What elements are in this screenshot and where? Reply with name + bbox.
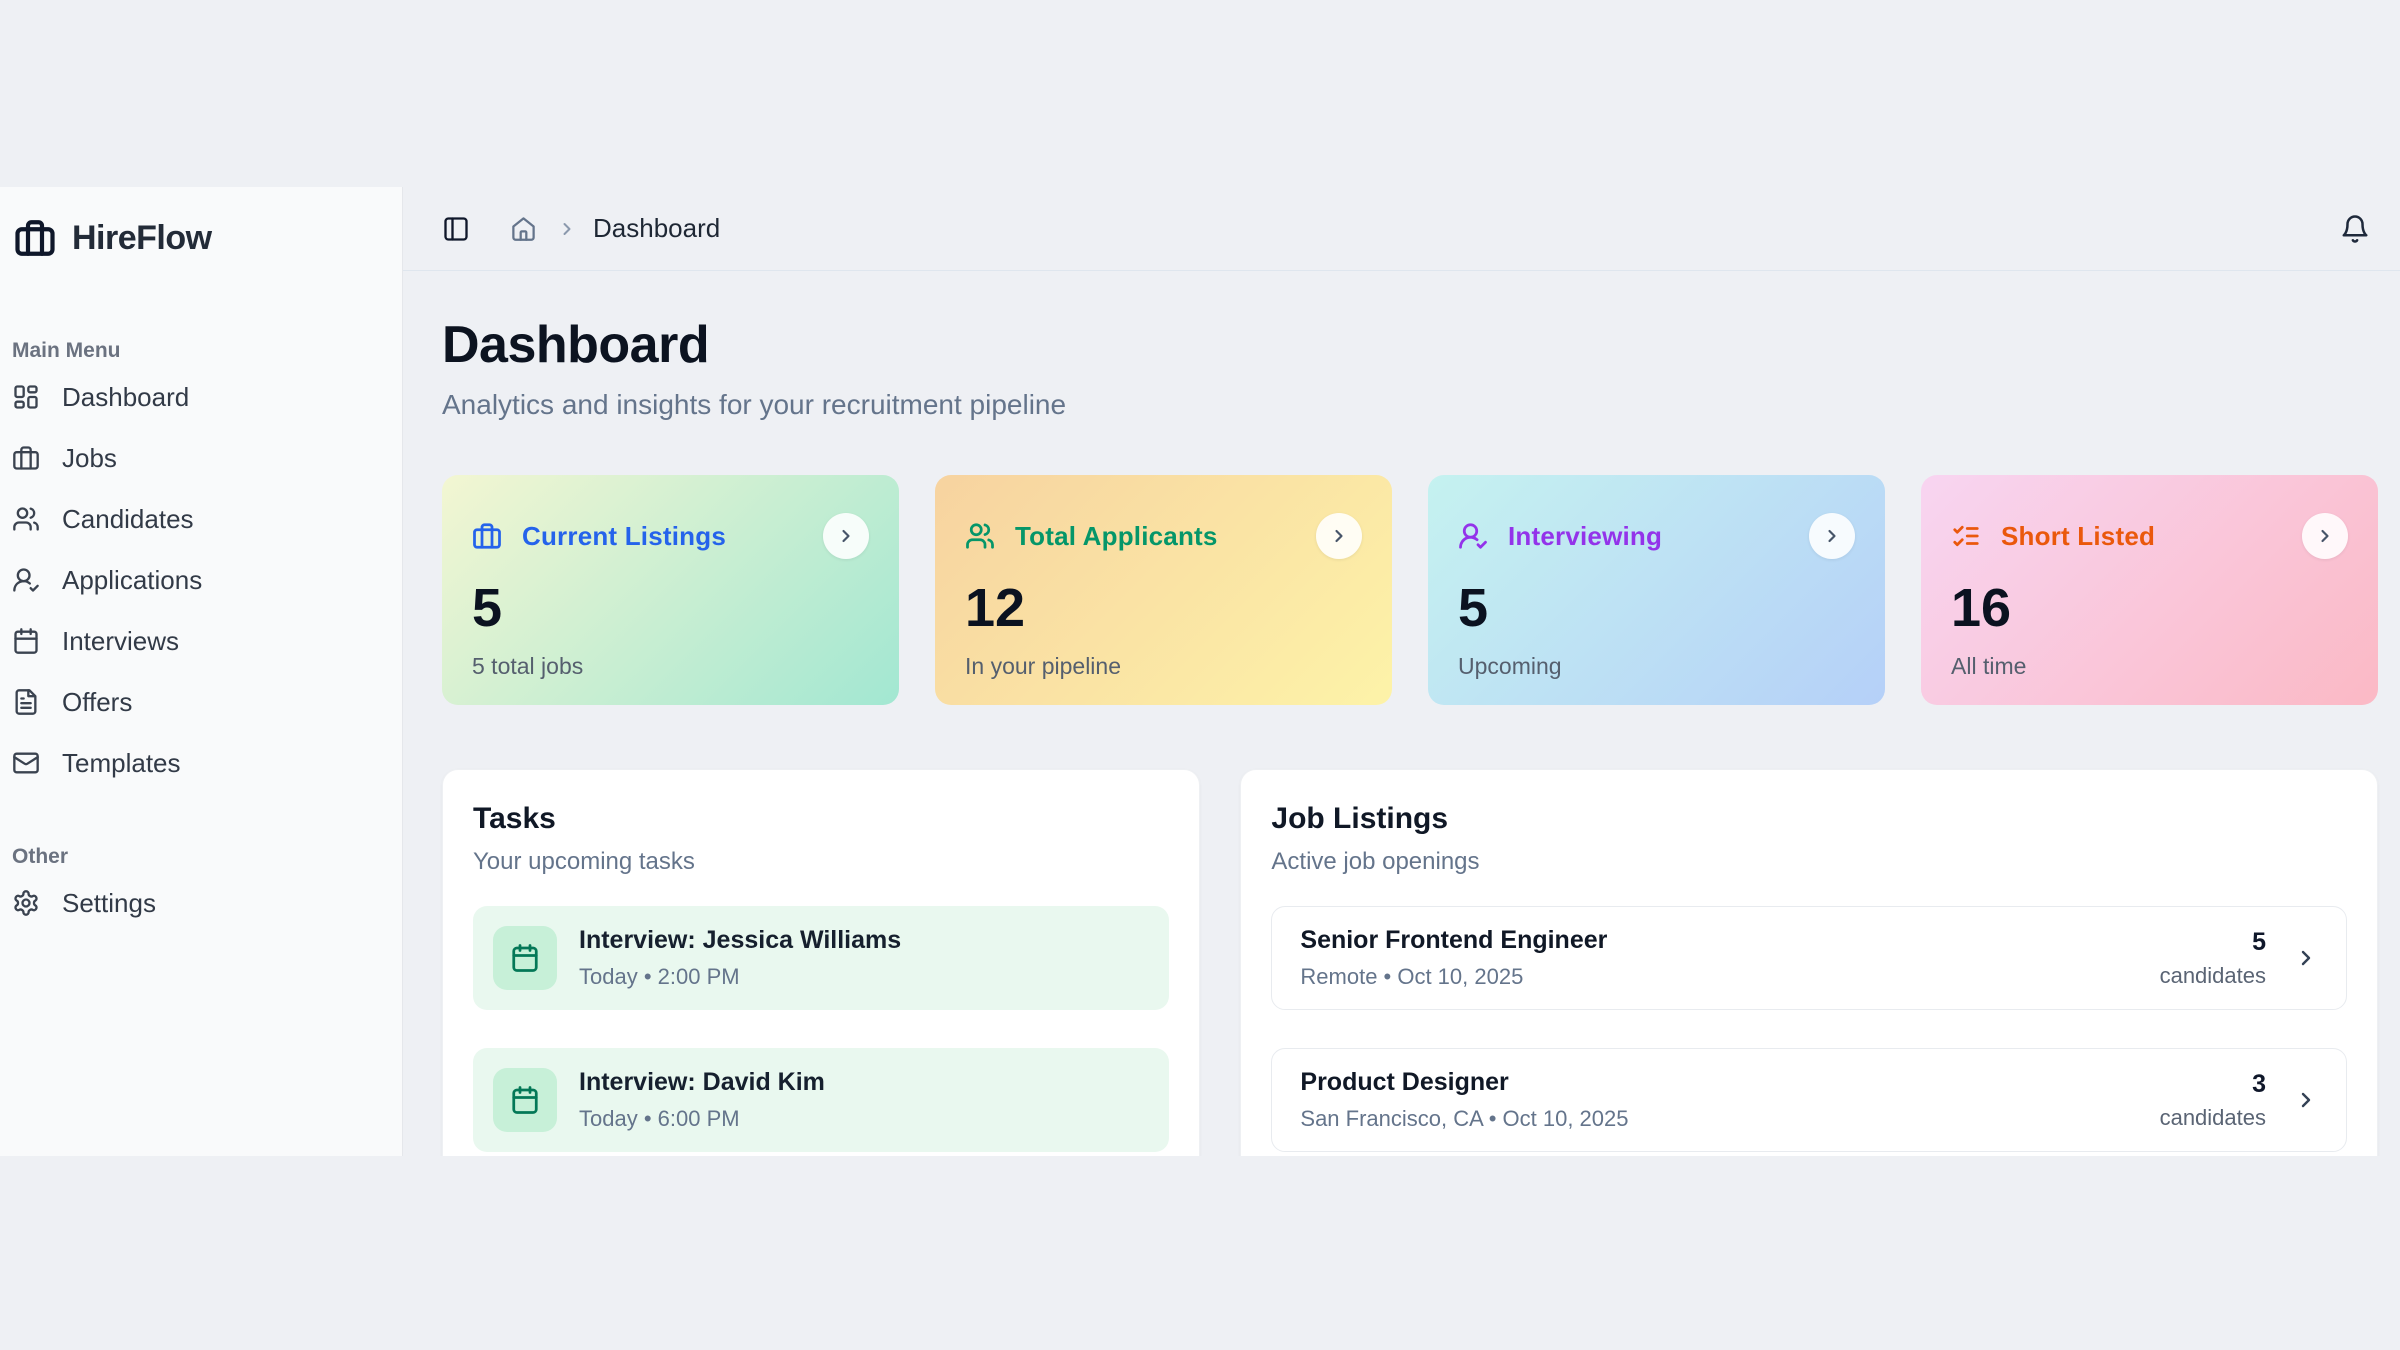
gear-icon [12,889,40,917]
calendar-icon [493,926,557,990]
sidebar-item-applications[interactable]: Applications [10,560,388,600]
job-meta: Remote • Oct 10, 2025 [1300,964,2159,990]
page-title: Dashboard [442,315,2378,375]
sidebar-item-label: Settings [62,888,156,919]
chevron-right-icon [2294,946,2318,970]
job-candidate-count: 3 [2160,1070,2266,1099]
list-checks-icon [1951,521,1981,551]
sidebar-item-dashboard[interactable]: Dashboard [10,377,388,417]
job-listings-title: Job Listings [1271,802,2347,836]
stat-subtext: All time [1951,653,2348,680]
chevron-right-icon[interactable] [823,513,869,559]
tasks-card: Tasks Your upcoming tasks Interview: Jes… [442,769,1200,1156]
job-candidate-label: candidates [2160,1105,2266,1131]
sidebar-item-label: Applications [62,565,202,596]
users-icon [965,521,995,551]
stat-card-total-applicants[interactable]: Total Applicants 12 In your pipeline [935,475,1392,705]
page-content: Dashboard Analytics and insights for you… [403,271,2400,1156]
sidebar-item-interviews[interactable]: Interviews [10,621,388,661]
sidebar-item-jobs[interactable]: Jobs [10,438,388,478]
stat-value: 5 [472,577,869,639]
sidebar-item-label: Candidates [62,504,194,535]
users-icon [12,505,40,533]
user-check-icon [12,566,40,594]
mail-icon [12,749,40,777]
stat-label: Current Listings [522,521,726,552]
stat-value: 5 [1458,577,1855,639]
job-candidate-count: 5 [2160,928,2266,957]
breadcrumb-current: Dashboard [593,213,720,244]
sidebar-item-templates[interactable]: Templates [10,743,388,783]
job-row[interactable]: Senior Frontend Engineer Remote • Oct 10… [1271,906,2347,1010]
task-title: Interview: Jessica Williams [579,926,901,955]
stat-value: 12 [965,577,1362,639]
sidebar-item-label: Offers [62,687,132,718]
calendar-icon [493,1068,557,1132]
stat-label: Interviewing [1508,521,1662,552]
user-check-icon [1458,521,1488,551]
task-time: Today • 2:00 PM [579,964,901,990]
job-row[interactable]: Product Designer San Francisco, CA • Oct… [1271,1048,2347,1152]
briefcase-icon [12,444,40,472]
task-time: Today • 6:00 PM [579,1106,825,1132]
chevron-right-icon[interactable] [1316,513,1362,559]
stat-card-current-listings[interactable]: Current Listings 5 5 total jobs [442,475,899,705]
sidebar-item-candidates[interactable]: Candidates [10,499,388,539]
briefcase-icon [14,217,56,259]
sidebar-section-other: Other [12,845,388,869]
app-window: HireFlow Main Menu Dashboard Jobs Candid… [0,187,2400,1156]
stat-subtext: 5 total jobs [472,653,869,680]
briefcase-icon [472,521,502,551]
job-listings-subtitle: Active job openings [1271,848,2347,876]
topbar: Dashboard [403,187,2400,271]
tasks-title: Tasks [473,802,1169,836]
job-candidate-label: candidates [2160,963,2266,989]
chevron-right-icon[interactable] [1809,513,1855,559]
brand-name: HireFlow [72,219,212,258]
task-item[interactable]: Interview: Jessica Williams Today • 2:00… [473,906,1169,1010]
job-meta: San Francisco, CA • Oct 10, 2025 [1300,1106,2159,1132]
bell-icon[interactable] [2340,214,2370,244]
stat-subtext: In your pipeline [965,653,1362,680]
stats-row: Current Listings 5 5 total jobs Total Ap… [442,475,2378,705]
job-title: Senior Frontend Engineer [1300,926,2159,955]
sidebar: HireFlow Main Menu Dashboard Jobs Candid… [0,187,403,1156]
stat-card-interviewing[interactable]: Interviewing 5 Upcoming [1428,475,1885,705]
sidebar-item-label: Templates [62,748,181,779]
task-title: Interview: David Kim [579,1068,825,1097]
main-area: Dashboard Dashboard Analytics and insigh… [403,187,2400,1156]
home-icon[interactable] [510,215,537,242]
task-item[interactable]: Interview: David Kim Today • 6:00 PM [473,1048,1169,1152]
sidebar-item-label: Interviews [62,626,179,657]
brand-logo[interactable]: HireFlow [10,217,388,259]
chevron-right-icon[interactable] [2302,513,2348,559]
file-text-icon [12,688,40,716]
page-subtitle: Analytics and insights for your recruitm… [442,389,2378,421]
tasks-subtitle: Your upcoming tasks [473,848,1169,876]
stat-card-short-listed[interactable]: Short Listed 16 All time [1921,475,2378,705]
sidebar-item-settings[interactable]: Settings [10,883,388,923]
layout-dashboard-icon [12,383,40,411]
stat-value: 16 [1951,577,2348,639]
chevron-right-icon [2294,1088,2318,1112]
stat-label: Short Listed [2001,521,2155,552]
sidebar-item-label: Jobs [62,443,117,474]
stat-label: Total Applicants [1015,521,1218,552]
sidebar-section-main-menu: Main Menu [12,339,388,363]
sidebar-toggle-button[interactable] [442,215,470,243]
chevron-right-icon [557,219,577,239]
calendar-icon [12,627,40,655]
sidebar-item-offers[interactable]: Offers [10,682,388,722]
panels-row: Tasks Your upcoming tasks Interview: Jes… [442,769,2378,1156]
job-title: Product Designer [1300,1068,2159,1097]
job-listings-card: Job Listings Active job openings Senior … [1240,769,2378,1156]
sidebar-item-label: Dashboard [62,382,189,413]
stat-subtext: Upcoming [1458,653,1855,680]
